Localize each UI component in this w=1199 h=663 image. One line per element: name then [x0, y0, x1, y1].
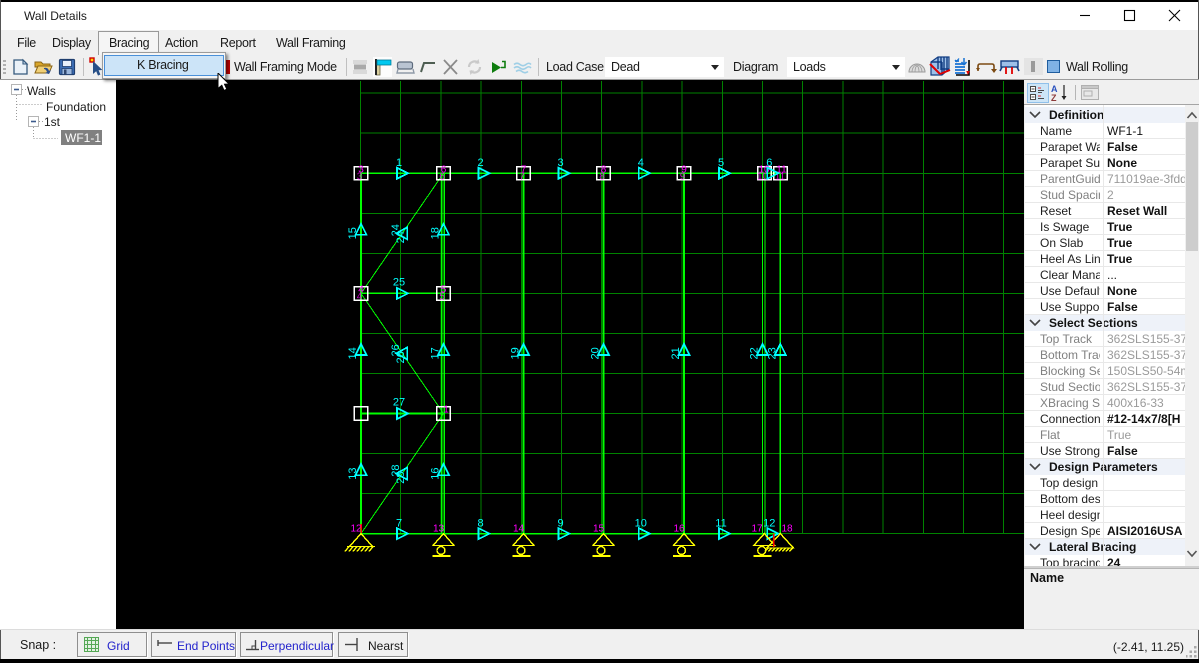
svg-text:28: 28 [395, 471, 407, 483]
svg-text:7: 7 [396, 518, 402, 530]
svg-text:10: 10 [635, 518, 647, 530]
svg-text:20: 20 [590, 347, 602, 359]
svg-text:23: 23 [766, 347, 778, 359]
svg-text:13: 13 [347, 467, 359, 479]
svg-text:13: 13 [433, 524, 445, 535]
svg-text:14: 14 [347, 347, 359, 359]
svg-text:6: 6 [439, 171, 445, 182]
svg-text:18: 18 [430, 227, 442, 239]
svg-text:12: 12 [763, 518, 775, 530]
svg-text:22: 22 [749, 347, 761, 359]
svg-text:25: 25 [393, 276, 405, 288]
svg-text:2: 2 [477, 157, 483, 169]
svg-text:8: 8 [599, 171, 605, 182]
svg-text:3: 3 [557, 157, 563, 169]
svg-text:Z: Z [1051, 93, 1057, 102]
svg-text:11: 11 [715, 518, 726, 530]
svg-text:9: 9 [680, 171, 686, 182]
svg-text:24: 24 [395, 231, 407, 243]
svg-text:15: 15 [593, 524, 605, 535]
svg-text:3: 3 [357, 171, 363, 182]
svg-text:5: 5 [718, 157, 724, 169]
svg-text:15: 15 [347, 227, 359, 239]
svg-text:9: 9 [557, 518, 563, 530]
svg-text:1: 1 [396, 157, 402, 169]
svg-text:17: 17 [751, 524, 763, 535]
svg-text:4: 4 [357, 292, 363, 303]
svg-text:4: 4 [638, 157, 644, 169]
svg-text:16: 16 [673, 524, 685, 535]
svg-text:27: 27 [393, 397, 405, 409]
svg-text:8: 8 [477, 518, 483, 530]
svg-text:16: 16 [430, 467, 442, 479]
svg-text:17: 17 [430, 347, 442, 359]
svg-text:1: 1 [443, 405, 449, 416]
svg-text:5: 5 [439, 292, 445, 303]
svg-text:26: 26 [395, 351, 407, 363]
svg-text:21: 21 [670, 347, 682, 359]
svg-text:7: 7 [519, 171, 525, 182]
svg-text:6: 6 [766, 157, 772, 169]
svg-text:14: 14 [513, 524, 525, 535]
svg-text:18: 18 [781, 524, 793, 535]
svg-text:19: 19 [510, 347, 522, 359]
